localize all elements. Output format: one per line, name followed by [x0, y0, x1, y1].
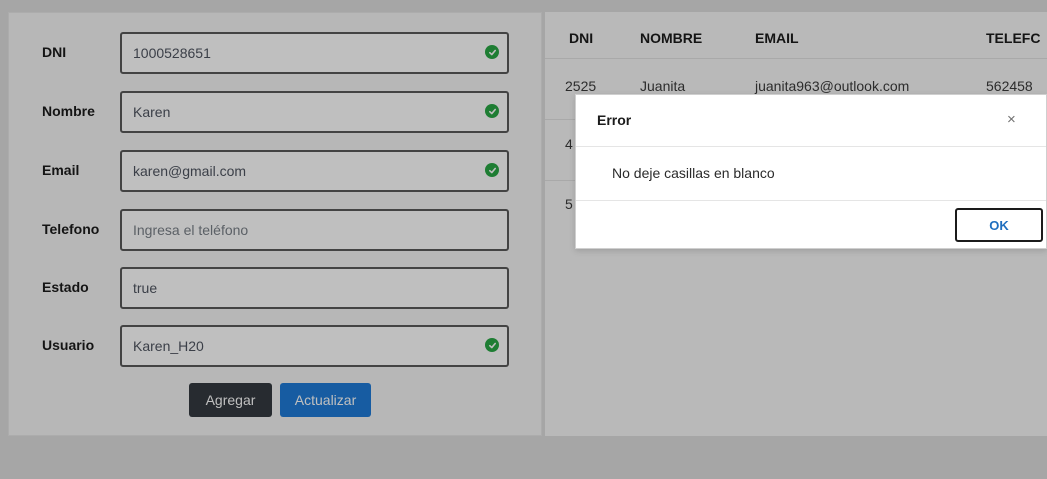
close-icon[interactable]: × — [1007, 111, 1016, 128]
ok-button[interactable]: OK — [955, 208, 1043, 242]
dialog-divider — [576, 200, 1046, 201]
error-dialog: Error × No deje casillas en blanco OK — [575, 94, 1047, 249]
dialog-divider — [576, 146, 1046, 147]
app-window: DNI Nombre Email Telefono Estado — [0, 0, 1047, 479]
dialog-message: No deje casillas en blanco — [612, 165, 775, 181]
dialog-title: Error — [597, 112, 632, 128]
